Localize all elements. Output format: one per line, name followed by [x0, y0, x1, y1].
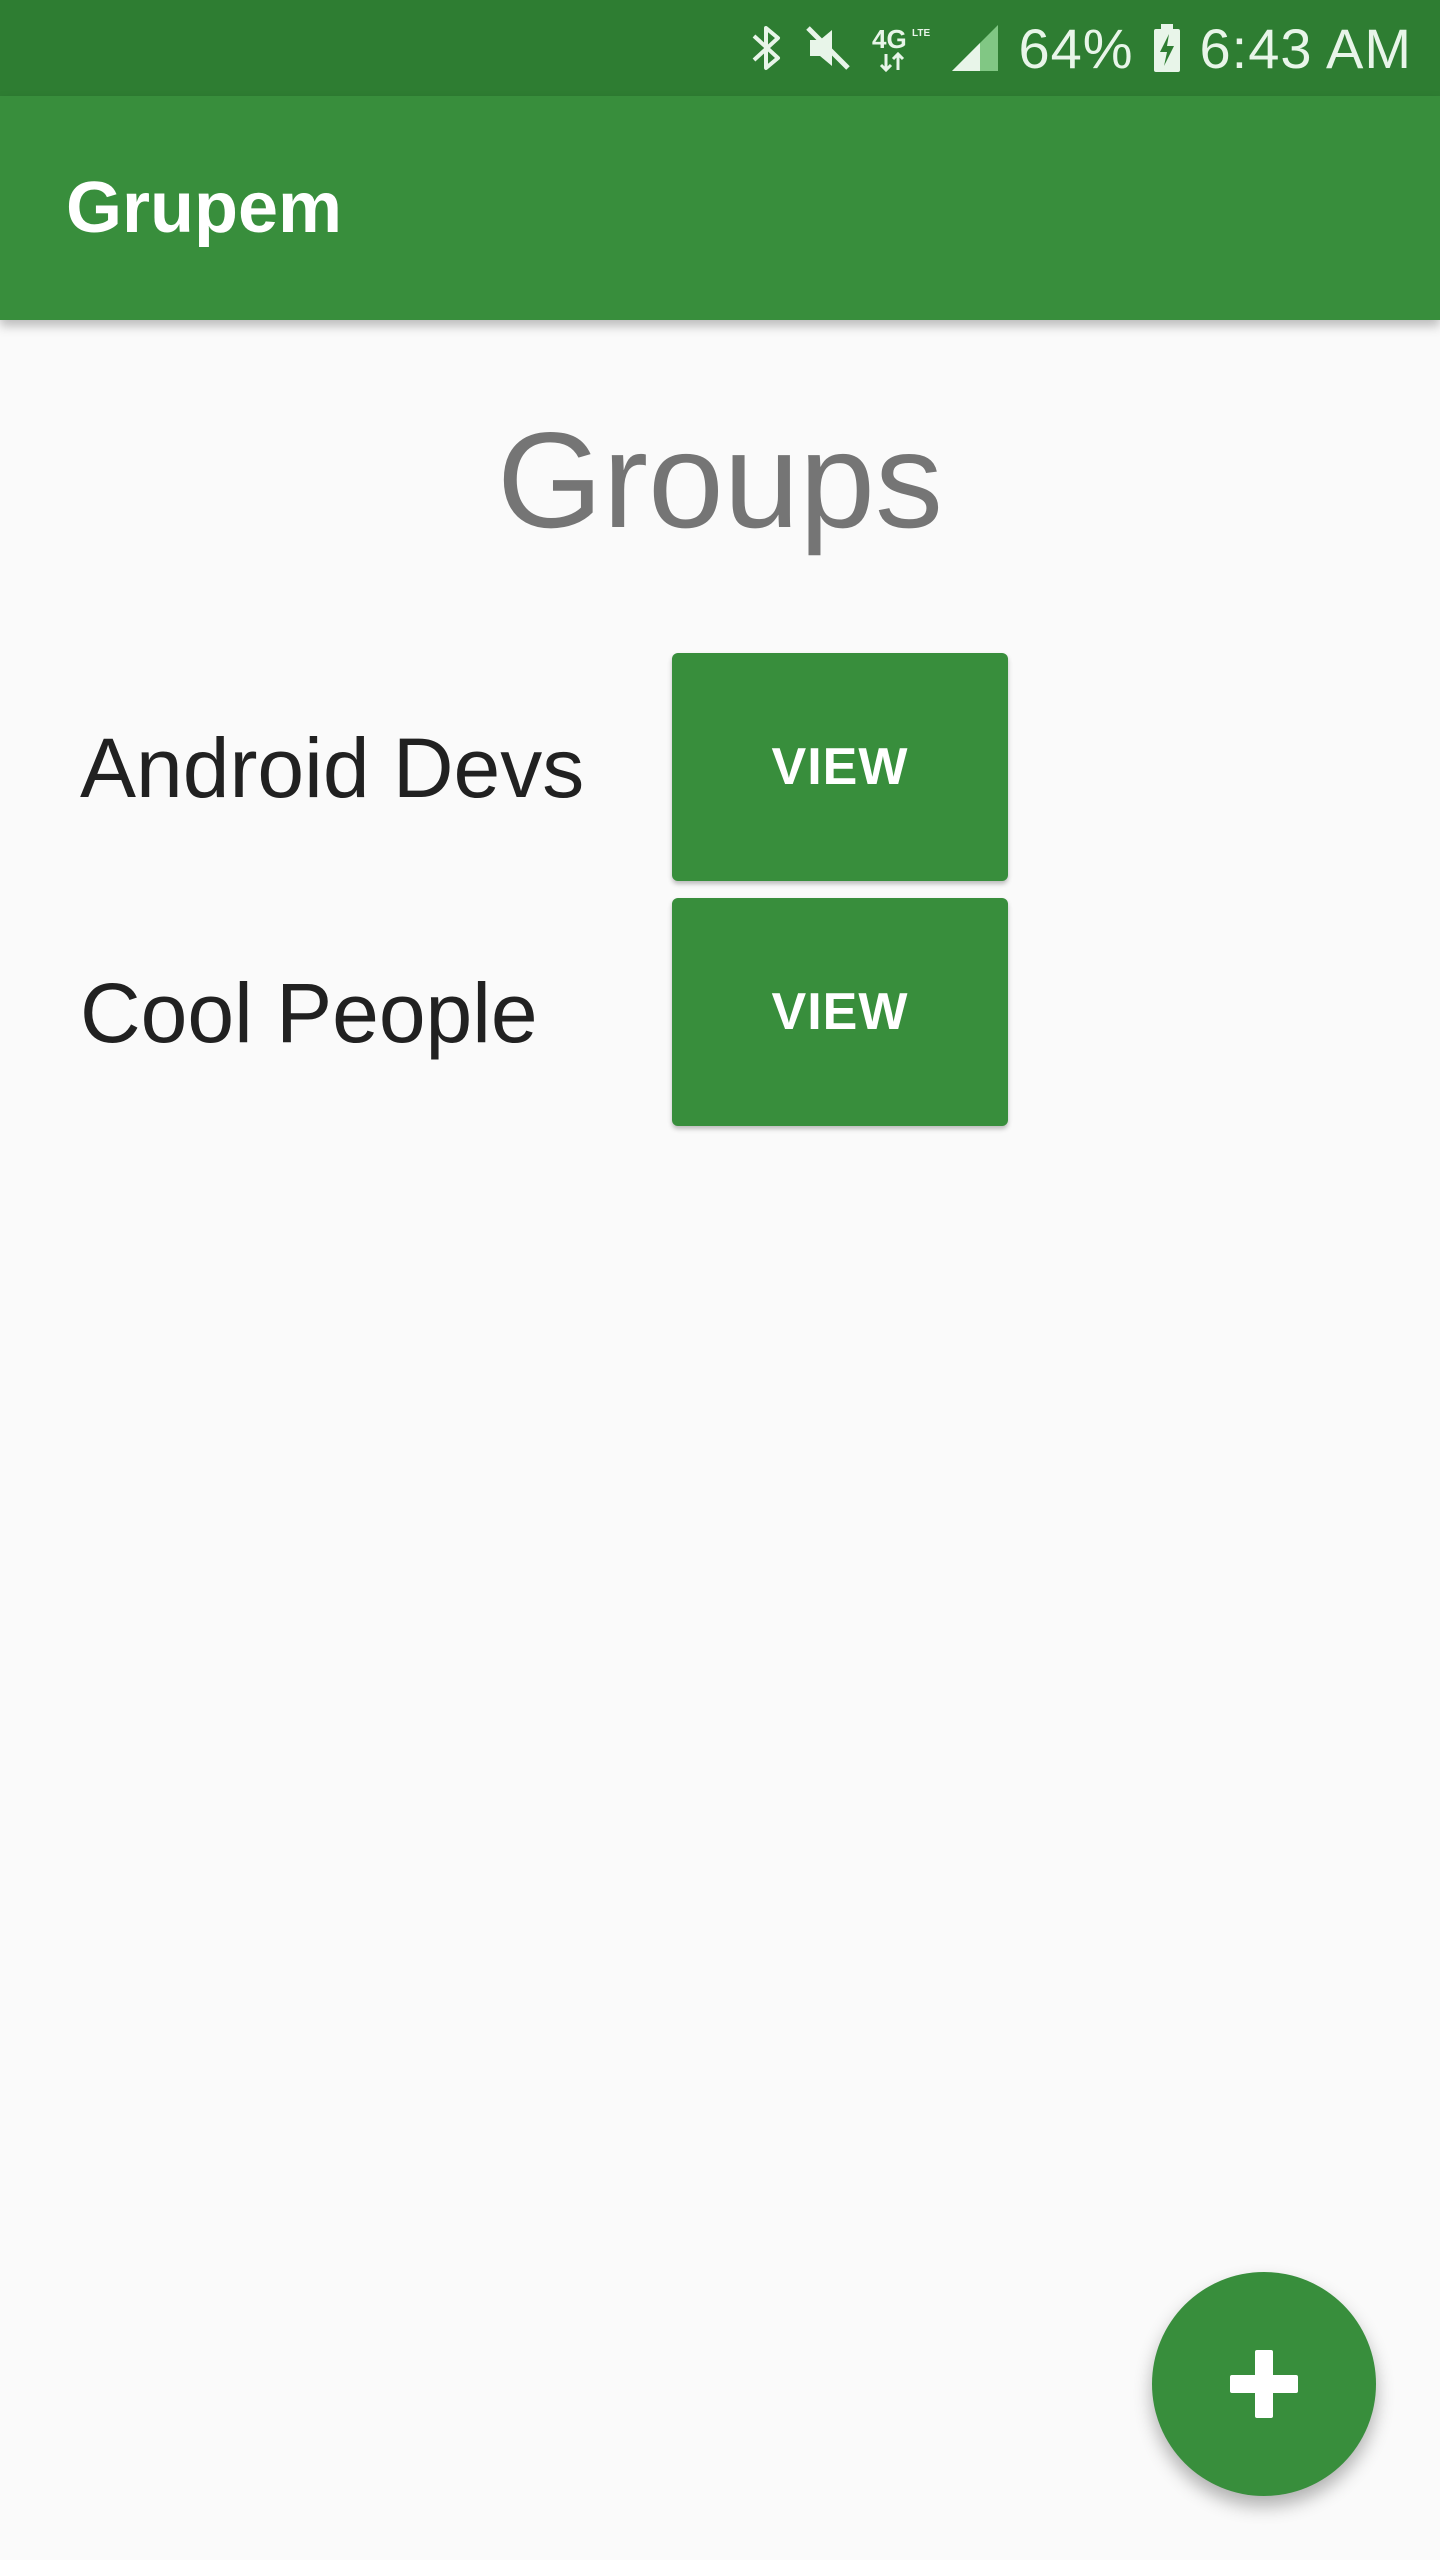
view-group-button[interactable]: VIEW: [672, 898, 1008, 1126]
status-time: 6:43 AM: [1199, 16, 1412, 80]
signal-icon: [950, 18, 1000, 78]
group-name: Cool People: [80, 966, 538, 1060]
app-title: Grupem: [66, 168, 343, 248]
4g-lte-icon: 4G LTE: [872, 18, 932, 78]
bluetooth-icon: [748, 18, 784, 78]
battery-percentage: 64%: [1018, 16, 1134, 80]
page-title: Groups: [497, 404, 943, 556]
mute-icon: [802, 18, 854, 78]
list-item: Cool People VIEW: [0, 898, 1440, 1128]
status-bar: 4G LTE 64% 6:43 AM: [0, 0, 1440, 96]
add-group-button[interactable]: [1152, 2272, 1376, 2496]
battery-charging-icon: [1152, 18, 1182, 78]
view-group-button[interactable]: VIEW: [672, 653, 1008, 881]
group-name: Android Devs: [80, 721, 585, 815]
svg-text:LTE: LTE: [912, 28, 930, 39]
app-bar: Grupem: [0, 96, 1440, 320]
svg-text:4G: 4G: [872, 24, 907, 54]
list-item: Android Devs VIEW: [0, 653, 1440, 883]
add-icon: [1224, 2344, 1304, 2424]
